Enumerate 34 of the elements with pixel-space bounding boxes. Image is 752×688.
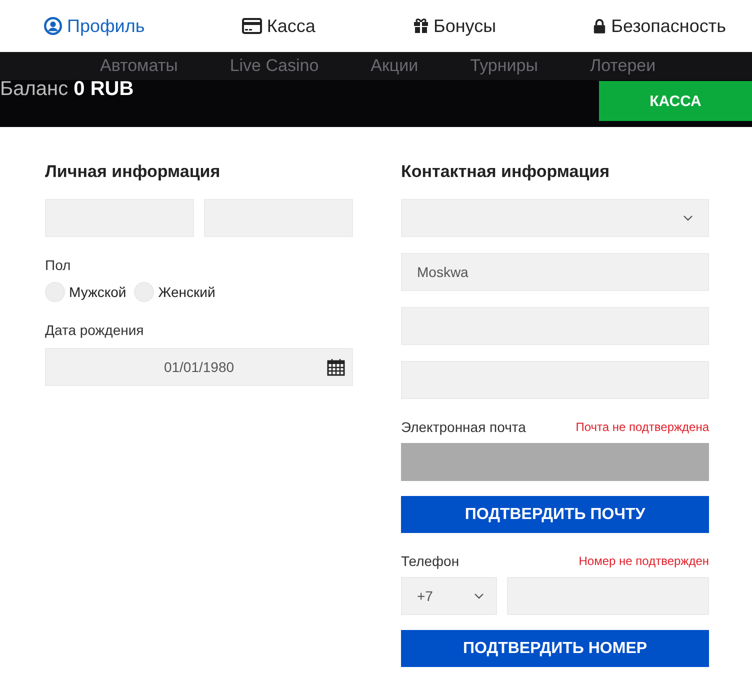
nav-link[interactable]: Турниры bbox=[470, 56, 538, 76]
field-label: Телефон bbox=[401, 553, 460, 569]
confirm-phone-button[interactable]: ПОДТВЕРДИТЬ НОМЕР bbox=[401, 630, 709, 667]
credit-card-icon bbox=[242, 18, 262, 34]
nav-link[interactable]: Акции bbox=[370, 56, 418, 76]
profile-tab[interactable]: Касса bbox=[242, 16, 316, 36]
status-text: Почта не подтверждена bbox=[576, 420, 709, 434]
field-label: Дата рождения bbox=[45, 322, 145, 338]
user-icon bbox=[44, 17, 62, 35]
date-field[interactable]: 01/01/1980 bbox=[45, 348, 353, 386]
section-title: Личная информация bbox=[45, 162, 222, 182]
radio-label: Женский bbox=[158, 284, 216, 300]
radio-option[interactable]: Женский bbox=[134, 282, 216, 302]
field-label: Электронная почта bbox=[401, 419, 526, 435]
section-title: Контактная информация bbox=[401, 162, 611, 182]
balance-text: Баланс 0 RUB bbox=[0, 78, 134, 101]
status-text: Номер не подтвержден bbox=[578, 554, 709, 568]
nav-link[interactable]: Автоматы bbox=[100, 56, 178, 76]
select-field[interactable] bbox=[401, 199, 709, 237]
profile-tab[interactable]: Бонусы bbox=[412, 16, 496, 36]
gift-icon bbox=[412, 18, 429, 34]
nav-link[interactable]: Live Casino bbox=[230, 56, 319, 76]
calendar-icon[interactable] bbox=[327, 358, 345, 376]
profile-tab[interactable]: Профиль bbox=[44, 16, 145, 36]
country-code-select[interactable]: +7 bbox=[401, 577, 497, 615]
profile-tab[interactable]: Безопасность bbox=[593, 16, 726, 36]
chevron-down-icon bbox=[683, 215, 693, 221]
input-field[interactable]: Moskwa bbox=[401, 253, 709, 291]
radio-label: Мужской bbox=[69, 284, 126, 300]
field-label: Пол bbox=[45, 257, 72, 273]
nav-link[interactable]: Лотереи bbox=[590, 56, 656, 76]
lock-icon bbox=[593, 18, 606, 34]
chevron-down-icon bbox=[474, 593, 484, 599]
radio-option[interactable]: Мужской bbox=[45, 282, 126, 302]
